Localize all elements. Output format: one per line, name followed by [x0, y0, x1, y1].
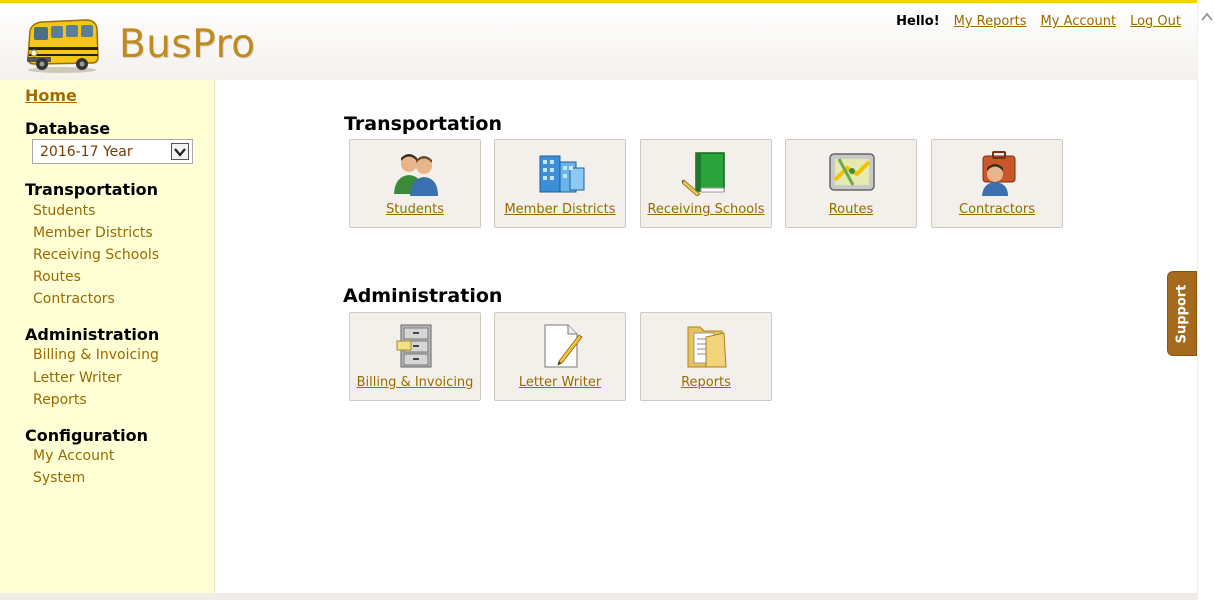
header: BusPro Hello! My Reports My Account Log … [0, 3, 1197, 80]
tile-member-districts[interactable]: Member Districts [494, 139, 626, 228]
tile-routes-label: Routes [828, 202, 874, 217]
chevron-up-icon[interactable] [1201, 12, 1213, 22]
tile-students[interactable]: Students [349, 139, 481, 228]
tile-routes[interactable]: Routes [785, 139, 917, 228]
document-pencil-icon [544, 324, 583, 368]
database-heading: Database [25, 119, 111, 138]
vertical-scrollbar[interactable] [1197, 0, 1215, 600]
tile-letter-writer-label: Letter Writer [518, 375, 602, 390]
logo[interactable]: BusPro [22, 13, 262, 77]
contractor-icon [982, 151, 1016, 196]
transportation-title: Transportation [344, 113, 503, 135]
sidebar-item-contractors[interactable]: Contractors [33, 291, 115, 307]
chevron-down-icon[interactable] [171, 143, 189, 160]
sidebar-item-member-districts[interactable]: Member Districts [33, 225, 153, 241]
database-select[interactable]: 2016-17 Year [32, 139, 193, 164]
tile-reports-label: Reports [681, 375, 731, 390]
sidebar-item-system[interactable]: System [33, 470, 85, 486]
sidebar-heading-transportation: Transportation [25, 180, 159, 199]
map-device-icon [829, 153, 875, 191]
bottom-bar [0, 593, 1197, 600]
sidebar-item-students[interactable]: Students [33, 203, 95, 219]
sidebar-item-reports[interactable]: Reports [33, 392, 87, 408]
top-links: Hello! My Reports My Account Log Out [896, 14, 1181, 29]
sidebar-item-billing-invoicing[interactable]: Billing & Invoicing [33, 347, 159, 363]
tile-member-districts-label: Member Districts [504, 202, 616, 217]
sidebar-item-routes[interactable]: Routes [33, 269, 81, 285]
folder-icon [687, 326, 727, 368]
tile-contractors-label: Contractors [959, 202, 1035, 217]
sidebar: Home Database 2016-17 Year Transportatio… [0, 80, 215, 593]
tile-receiving-schools[interactable]: Receiving Schools [640, 139, 772, 228]
tile-billing-invoicing[interactable]: Billing & Invoicing [349, 312, 481, 401]
sidebar-item-my-account[interactable]: My Account [33, 448, 114, 464]
school-bus-icon [27, 19, 99, 73]
database-select-value: 2016-17 Year [40, 144, 133, 160]
support-tab[interactable]: Support [1167, 271, 1197, 356]
sidebar-item-letter-writer[interactable]: Letter Writer [33, 370, 122, 386]
app-window: BusPro Hello! My Reports My Account Log … [0, 0, 1215, 600]
file-cabinet-icon [396, 324, 432, 368]
greeting: Hello! [896, 14, 940, 29]
users-icon [394, 154, 438, 196]
tile-receiving-schools-label: Receiving Schools [647, 202, 765, 217]
administration-title: Administration [343, 285, 503, 307]
sidebar-item-receiving-schools[interactable]: Receiving Schools [33, 247, 159, 263]
sidebar-heading-configuration: Configuration [25, 426, 149, 445]
tile-letter-writer[interactable]: Letter Writer [494, 312, 626, 401]
sidebar-home-link[interactable]: Home [25, 86, 77, 105]
tile-students-label: Students [386, 202, 444, 217]
support-tab-label: Support [1174, 284, 1190, 343]
sidebar-heading-administration: Administration [25, 325, 160, 344]
my-reports-link[interactable]: My Reports [954, 14, 1027, 29]
tile-reports[interactable]: Reports [640, 312, 772, 401]
tile-billing-invoicing-label: Billing & Invoicing [356, 375, 474, 390]
tile-contractors[interactable]: Contractors [931, 139, 1063, 228]
buildings-icon [539, 155, 585, 193]
my-account-link[interactable]: My Account [1041, 14, 1117, 29]
book-icon [682, 152, 725, 196]
log-out-link[interactable]: Log Out [1130, 14, 1181, 29]
brand-name: BusPro [119, 22, 256, 67]
